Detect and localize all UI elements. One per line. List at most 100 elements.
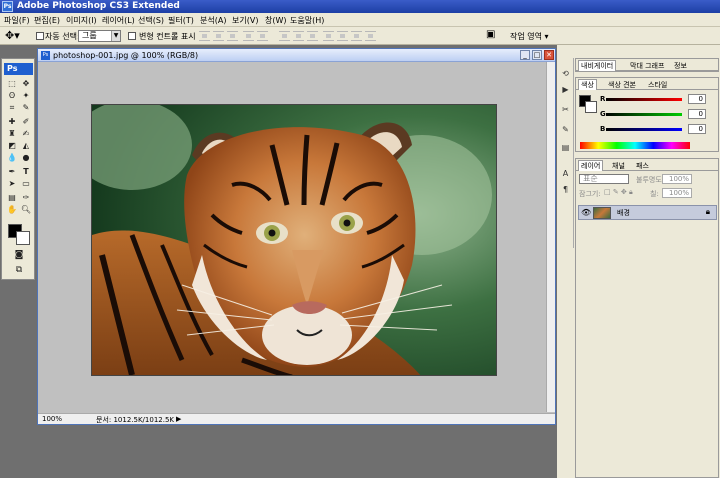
shape-tool-icon[interactable]: ▭ bbox=[20, 178, 32, 189]
color-spectrum-bar[interactable] bbox=[580, 142, 690, 149]
menu-image[interactable]: 이미지(I) bbox=[66, 15, 97, 26]
notes-tool-icon[interactable]: ▤ bbox=[6, 192, 18, 203]
menu-analysis[interactable]: 분석(A) bbox=[200, 15, 226, 26]
tab-channels[interactable]: 채널 bbox=[610, 161, 627, 172]
auto-align-icon[interactable] bbox=[365, 31, 376, 41]
character-panel-icon[interactable]: A bbox=[560, 168, 571, 179]
opacity-field[interactable]: 100% bbox=[662, 174, 692, 184]
history-panel-icon[interactable]: ⟲ bbox=[560, 68, 571, 79]
background-color-swatch[interactable] bbox=[16, 231, 30, 245]
eyedropper-tool-icon[interactable]: ✑ bbox=[20, 192, 32, 203]
blur-tool-icon[interactable]: 💧 bbox=[6, 152, 18, 163]
blue-gradient-bar bbox=[606, 128, 682, 131]
distribute-vcenter-icon[interactable] bbox=[293, 31, 304, 41]
distribute-bottom-icon[interactable] bbox=[307, 31, 318, 41]
pen-tool-icon[interactable]: ✒ bbox=[6, 166, 18, 177]
blue-value-field[interactable]: 0 bbox=[688, 124, 706, 134]
menu-view[interactable]: 보기(V) bbox=[232, 15, 258, 26]
slice-tool-icon[interactable]: ✎ bbox=[20, 102, 32, 113]
distribute-left-icon[interactable] bbox=[323, 31, 334, 41]
fill-field[interactable]: 100% bbox=[662, 188, 692, 198]
align-left-icon[interactable] bbox=[243, 31, 254, 41]
color-panel: 색상 색상 견본 스타일 R 0 G 0 B 0 bbox=[575, 77, 719, 152]
color-background-swatch[interactable] bbox=[585, 101, 597, 113]
lock-icons[interactable]: □ ✎ ✥ 🔒︎ bbox=[604, 188, 633, 197]
dodge-tool-icon[interactable]: ● bbox=[20, 152, 32, 163]
menu-layer[interactable]: 레이어(L) bbox=[102, 15, 135, 26]
tab-layers[interactable]: 레이어 bbox=[578, 160, 604, 171]
move-tool-icon[interactable]: ✥▾ bbox=[5, 29, 20, 42]
healing-brush-tool-icon[interactable]: ✚ bbox=[6, 116, 18, 127]
tab-paths[interactable]: 패스 bbox=[634, 161, 651, 172]
lasso-tool-icon[interactable]: ʘ bbox=[6, 90, 18, 101]
toolbox: Ps ⬚ ✥ ʘ ✦ ⌗ ✎ ✚ ✐ ♜ ✍ ◩ ◭ 💧 ● ✒ T ➤ ▭ ▤… bbox=[1, 58, 35, 280]
minimize-button[interactable]: _ bbox=[520, 50, 530, 60]
vertical-scrollbar[interactable] bbox=[546, 62, 555, 412]
menu-filter[interactable]: 필터(T) bbox=[168, 15, 194, 26]
document-window: Ps photoshop-001.jpg @ 100% (RGB/8) _ □ … bbox=[37, 48, 556, 425]
image-canvas[interactable] bbox=[91, 104, 497, 376]
actions-panel-icon[interactable]: ▶ bbox=[560, 84, 571, 95]
title-bar: Ps Adobe Photoshop CS3 Extended bbox=[0, 0, 720, 13]
distribute-right-icon[interactable] bbox=[351, 31, 362, 41]
auto-select-dropdown[interactable]: 그룹 ▼ bbox=[78, 30, 121, 42]
tab-histogram[interactable]: 막대 그래프 bbox=[628, 61, 666, 72]
menu-select[interactable]: 선택(S) bbox=[138, 15, 164, 26]
red-value-field[interactable]: 0 bbox=[688, 94, 706, 104]
zoom-tool-icon[interactable]: 🔍︎ bbox=[20, 204, 32, 215]
bridge-icon[interactable]: ▣ bbox=[486, 29, 495, 40]
clone-source-panel-icon[interactable]: ▤ bbox=[560, 142, 571, 153]
distribute-top-icon[interactable] bbox=[279, 31, 290, 41]
brushes-panel-icon[interactable]: ✎ bbox=[560, 124, 571, 135]
layer-name[interactable]: 배경 bbox=[617, 208, 630, 218]
tool-presets-panel-icon[interactable]: ✂ bbox=[560, 104, 571, 115]
tab-swatches[interactable]: 색상 견본 bbox=[606, 80, 638, 91]
green-value-field[interactable]: 0 bbox=[688, 109, 706, 119]
layer-row-background[interactable]: 👁︎ 배경 🔒︎ bbox=[578, 205, 717, 220]
distribute-hcenter-icon[interactable] bbox=[337, 31, 348, 41]
crop-tool-icon[interactable]: ⌗ bbox=[6, 102, 18, 113]
marquee-tool-icon[interactable]: ⬚ bbox=[6, 78, 18, 89]
magic-wand-tool-icon[interactable]: ✦ bbox=[20, 90, 32, 101]
zoom-level[interactable]: 100% bbox=[42, 415, 62, 423]
menu-edit[interactable]: 편집(E) bbox=[34, 15, 60, 26]
layer-thumbnail bbox=[593, 207, 611, 219]
window-title: Adobe Photoshop CS3 Extended bbox=[17, 1, 180, 11]
move-tool-icon[interactable]: ✥ bbox=[20, 78, 32, 89]
document-title: photoshop-001.jpg @ 100% (RGB/8) bbox=[53, 51, 199, 60]
menu-file[interactable]: 파일(F) bbox=[4, 15, 30, 26]
path-selection-tool-icon[interactable]: ➤ bbox=[6, 178, 18, 189]
tab-info[interactable]: 정보 bbox=[672, 61, 689, 72]
align-vcenter-icon[interactable] bbox=[213, 31, 224, 41]
align-top-icon[interactable] bbox=[199, 31, 210, 41]
lock-label: 잠그기: bbox=[579, 190, 601, 198]
document-size: 문서: 1012.5K/1012.5K bbox=[96, 416, 174, 424]
blend-mode-dropdown[interactable]: 표준 bbox=[579, 174, 629, 184]
align-hcenter-icon[interactable] bbox=[257, 31, 268, 41]
gradient-tool-icon[interactable]: ◭ bbox=[20, 140, 32, 151]
menu-help[interactable]: 도움말(H) bbox=[290, 15, 324, 26]
maximize-button[interactable]: □ bbox=[532, 50, 542, 60]
brush-tool-icon[interactable]: ✐ bbox=[20, 116, 32, 127]
align-bottom-icon[interactable] bbox=[227, 31, 238, 41]
close-button[interactable]: ✕ bbox=[544, 50, 554, 60]
screen-mode-icon[interactable]: ⧉ bbox=[13, 265, 25, 276]
type-tool-icon[interactable]: T bbox=[20, 166, 32, 177]
auto-select-checkbox[interactable] bbox=[36, 32, 44, 40]
tab-styles[interactable]: 스타일 bbox=[646, 80, 669, 91]
status-menu-arrow-icon[interactable]: ▶ bbox=[176, 415, 181, 423]
menu-window[interactable]: 창(W) bbox=[265, 15, 287, 26]
tab-color[interactable]: 색상 bbox=[578, 79, 597, 90]
eye-icon[interactable]: 👁︎ bbox=[581, 208, 591, 217]
red-label: R bbox=[600, 95, 606, 103]
tab-navigator[interactable]: 내비게이터 bbox=[578, 60, 617, 71]
panel-icon-strip: ⟲ ▶ ✂ ✎ ▤ A ¶ bbox=[557, 58, 574, 248]
workspace-menu[interactable]: 작업 영역 ▾ bbox=[510, 31, 549, 42]
paragraph-panel-icon[interactable]: ¶ bbox=[560, 184, 571, 195]
clone-stamp-tool-icon[interactable]: ♜ bbox=[6, 128, 18, 139]
history-brush-tool-icon[interactable]: ✍ bbox=[20, 128, 32, 139]
transform-controls-checkbox[interactable] bbox=[128, 32, 136, 40]
hand-tool-icon[interactable]: ✋ bbox=[6, 204, 18, 215]
eraser-tool-icon[interactable]: ◩ bbox=[6, 140, 18, 151]
quick-mask-icon[interactable]: ◙ bbox=[13, 250, 25, 261]
